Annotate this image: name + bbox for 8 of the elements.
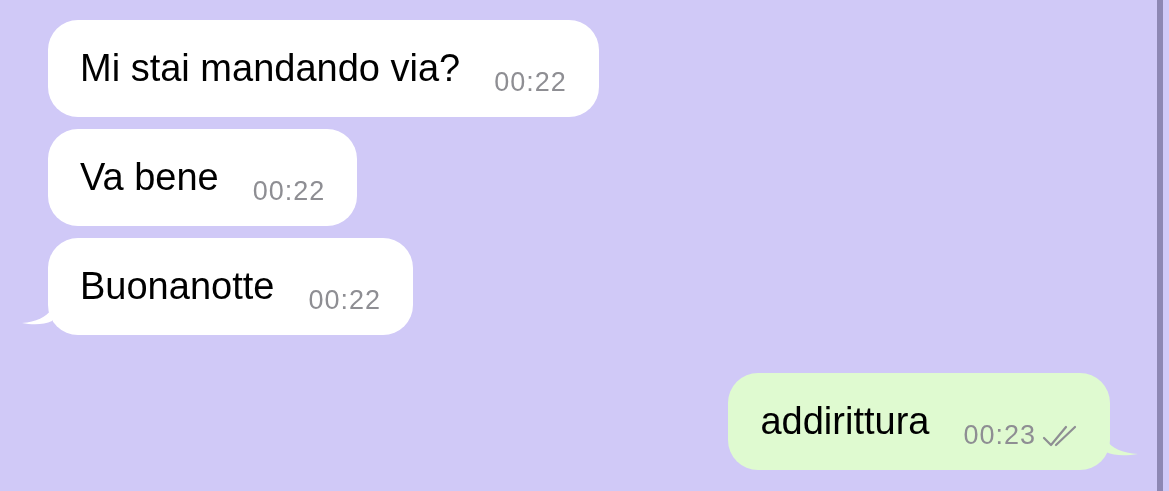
- message-text: Va bene: [80, 155, 219, 200]
- message-text: Mi stai mandando via?: [80, 46, 461, 91]
- message-text: Buonanotte: [80, 264, 275, 309]
- message-time: 00:23: [963, 420, 1036, 450]
- message-time: 00:22: [252, 176, 326, 206]
- message-time: 00:22: [308, 285, 381, 315]
- message-text: addirittura: [760, 399, 930, 444]
- message-time: 00:22: [494, 67, 567, 97]
